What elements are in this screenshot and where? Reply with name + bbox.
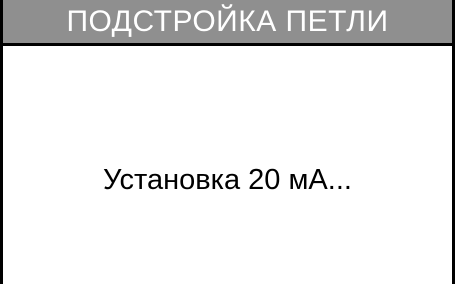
screen-title: ПОДСТРОЙКА ПЕТЛИ bbox=[66, 4, 389, 38]
device-screen: ПОДСТРОЙКА ПЕТЛИ Установка 20 мА... bbox=[0, 0, 455, 284]
status-message: Установка 20 мА... bbox=[103, 164, 352, 196]
title-bar: ПОДСТРОЙКА ПЕТЛИ bbox=[3, 0, 452, 46]
